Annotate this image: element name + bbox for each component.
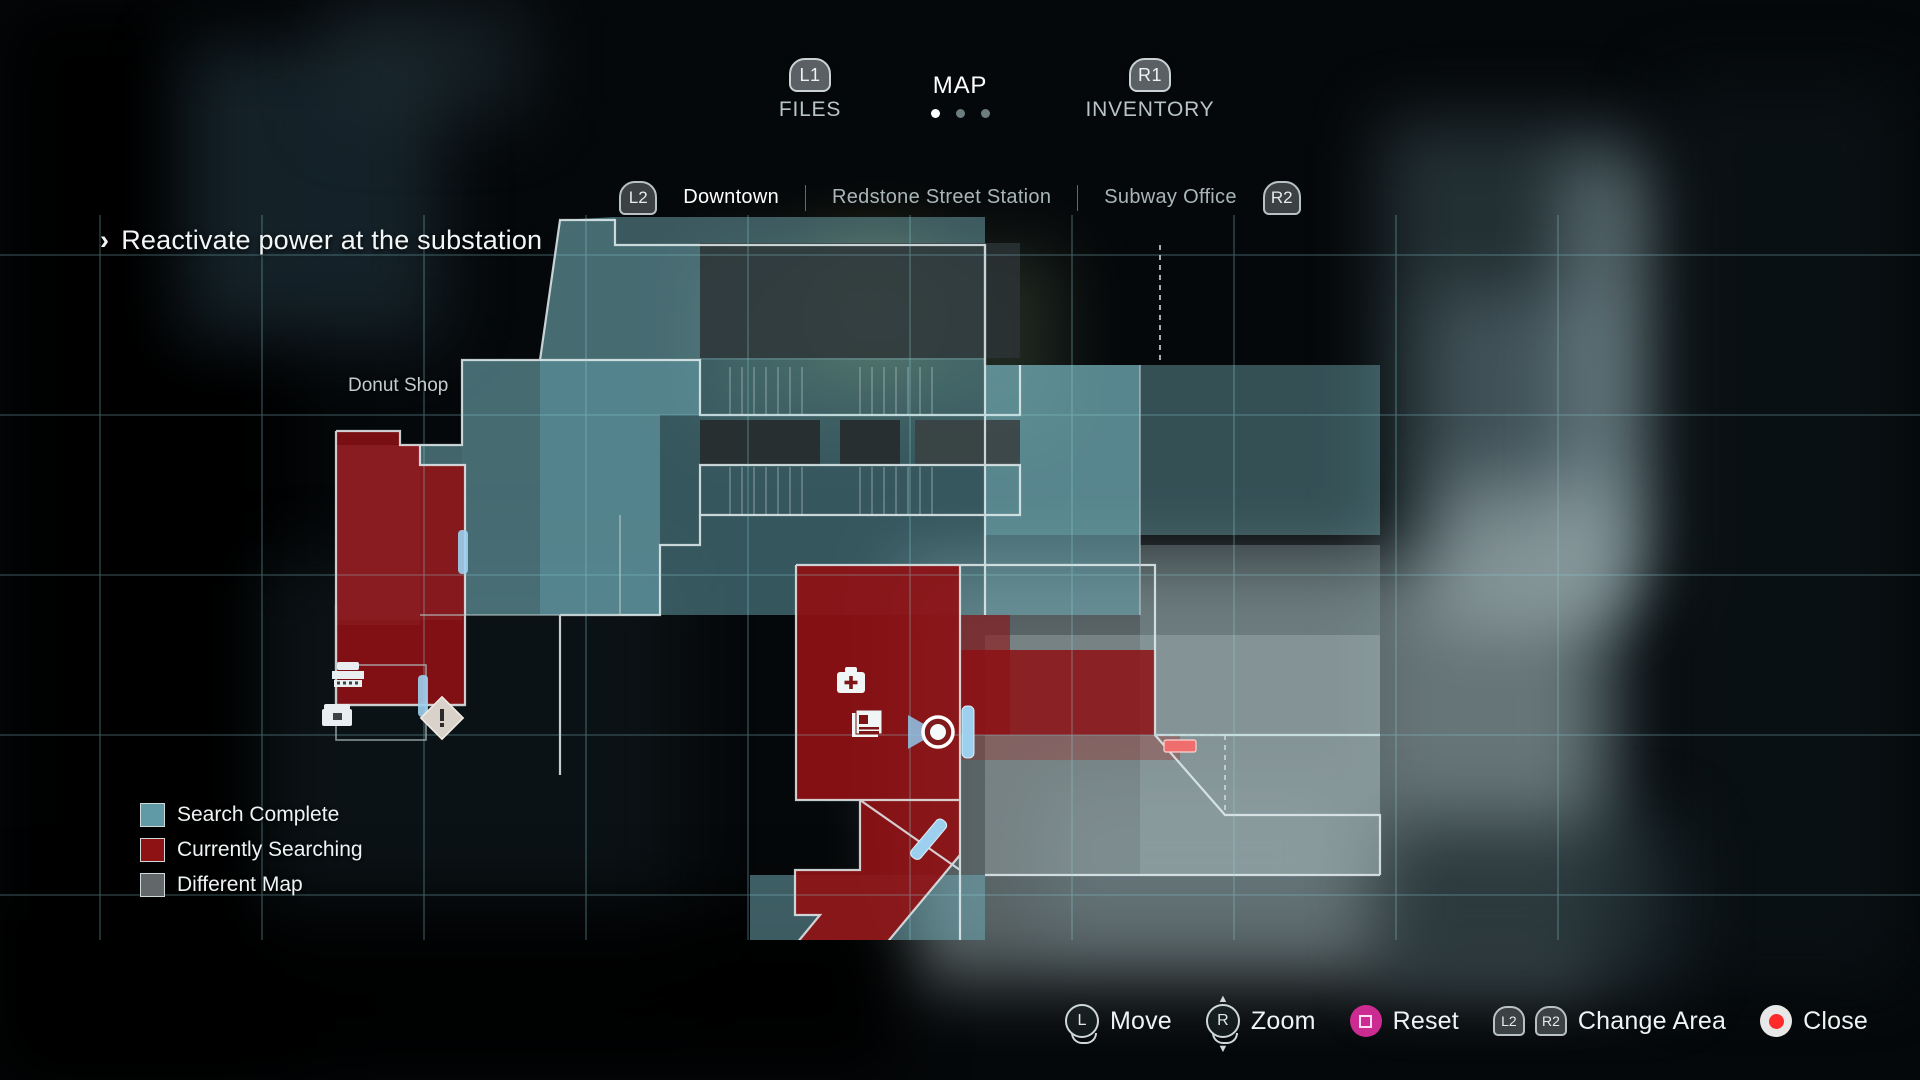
page-dot-2[interactable] xyxy=(955,109,965,118)
nav-map[interactable]: MAP xyxy=(890,72,1030,118)
legend-label-currently-searching: Currently Searching xyxy=(177,838,363,861)
circle-button-icon[interactable] xyxy=(1760,1005,1793,1037)
left-stick-icon[interactable]: L xyxy=(1064,1004,1099,1044)
square-glyph-icon xyxy=(1359,1014,1373,1028)
l1-button-icon[interactable]: L1 xyxy=(789,58,831,92)
control-reset[interactable]: Reset xyxy=(1349,1005,1459,1037)
control-zoom-label: Zoom xyxy=(1250,1006,1316,1035)
circle-glyph-icon xyxy=(1768,1013,1784,1029)
subtab-subway-office[interactable]: Subway Office xyxy=(1078,186,1262,209)
square-button-icon[interactable] xyxy=(1349,1005,1382,1037)
subtab-divider xyxy=(805,184,807,211)
control-reset-label: Reset xyxy=(1392,1006,1459,1035)
control-zoom[interactable]: ▲ R ▼ Zoom xyxy=(1205,994,1316,1055)
legend-swatch-search-complete xyxy=(140,803,165,827)
legend-item-currently-searching: Currently Searching xyxy=(140,838,363,862)
legend-label-search-complete: Search Complete xyxy=(177,803,340,826)
l2-button-icon[interactable]: L2 xyxy=(619,180,658,215)
documents-icon xyxy=(852,709,883,737)
page-dot-1[interactable] xyxy=(930,109,940,118)
subtab-divider xyxy=(1077,184,1079,211)
nav-inventory[interactable]: R1 INVENTORY xyxy=(1050,58,1250,122)
item-box-icon xyxy=(322,704,352,726)
map-screen: L1 FILES MAP R1 INVENTORY L2 Downtown Re… xyxy=(0,0,1920,1080)
page-dot-3[interactable] xyxy=(980,109,990,118)
control-change-area[interactable]: L2 R2 Change Area xyxy=(1492,1006,1727,1036)
chevron-up-icon: ▲ xyxy=(1217,993,1229,1005)
chevron-down-icon: ▼ xyxy=(1217,1043,1229,1055)
nav-files[interactable]: L1 FILES xyxy=(740,58,880,122)
subtab-redstone-street-station[interactable]: Redstone Street Station xyxy=(806,186,1077,209)
control-hints-bar: L Move ▲ R ▼ Zoom Reset L2 R2 Change Are… xyxy=(0,962,1920,1080)
nav-map-label: MAP xyxy=(932,72,988,99)
legend-swatch-currently-searching xyxy=(140,838,165,862)
r2-button-hint-icon[interactable]: R2 xyxy=(1534,1006,1567,1036)
door-marker-locked xyxy=(1163,739,1197,753)
map-area-searching-center xyxy=(796,565,960,800)
area-subtabs: L2 Downtown Redstone Street Station Subw… xyxy=(0,170,1920,225)
legend-label-different-map: Different Map xyxy=(177,873,303,896)
nav-files-label: FILES xyxy=(778,98,842,121)
control-move-label: Move xyxy=(1109,1006,1172,1035)
map-legend: Search Complete Currently Searching Diff… xyxy=(140,803,363,908)
l2-button-hint-icon[interactable]: L2 xyxy=(1492,1006,1525,1036)
legend-swatch-different-map xyxy=(140,873,165,897)
objective-banner: › Reactivate power at the substation xyxy=(100,225,542,256)
door-marker-open xyxy=(961,705,975,759)
right-stick-icon[interactable]: ▲ R ▼ xyxy=(1205,994,1240,1055)
subtab-downtown[interactable]: Downtown xyxy=(657,186,805,209)
nav-inventory-label: INVENTORY xyxy=(1085,98,1215,121)
player-marker xyxy=(908,715,955,749)
objective-text: Reactivate power at the substation xyxy=(121,225,543,255)
control-close-label: Close xyxy=(1803,1006,1868,1035)
top-navigation: L1 FILES MAP R1 INVENTORY xyxy=(0,0,1920,175)
control-close[interactable]: Close xyxy=(1760,1005,1868,1037)
chevron-right-icon: › xyxy=(100,225,110,255)
r2-button-icon[interactable]: R2 xyxy=(1262,180,1301,215)
room-label-donut-shop: Donut Shop xyxy=(348,375,449,396)
map-page-dots xyxy=(890,109,1030,118)
legend-item-search-complete: Search Complete xyxy=(140,803,363,827)
control-move[interactable]: L Move xyxy=(1064,1004,1172,1044)
legend-item-different-map: Different Map xyxy=(140,873,363,897)
control-change-area-label: Change Area xyxy=(1577,1006,1727,1035)
r1-button-icon[interactable]: R1 xyxy=(1129,58,1171,92)
